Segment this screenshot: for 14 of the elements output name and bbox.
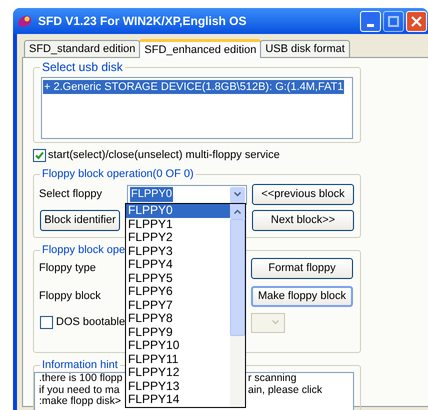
group-label: Floppy block operation(0 OF 0) — [40, 166, 196, 182]
checkbox-label: start(select)/close(unselect) multi-floppy service — [48, 148, 280, 163]
field-label: Floppy block — [39, 289, 101, 304]
group-label: Floppy block ope — [40, 242, 128, 258]
checkbox-label: DOS bootable — [56, 315, 126, 330]
hint-text: ain, please click — [248, 384, 322, 396]
select-value: FLPPY0 — [130, 187, 173, 202]
window-title: SFD V1.23 For WIN2K/XP,English OS — [38, 13, 246, 30]
field-label: Select floppy — [39, 187, 103, 202]
field-label: Floppy type — [39, 261, 96, 276]
hint-text: :make flopp disk> — [39, 395, 122, 408]
hint-text: r scanning — [248, 373, 296, 384]
hint-text: if you need to ma — [39, 384, 120, 396]
hint-text: .there is 100 flopp — [39, 372, 122, 384]
